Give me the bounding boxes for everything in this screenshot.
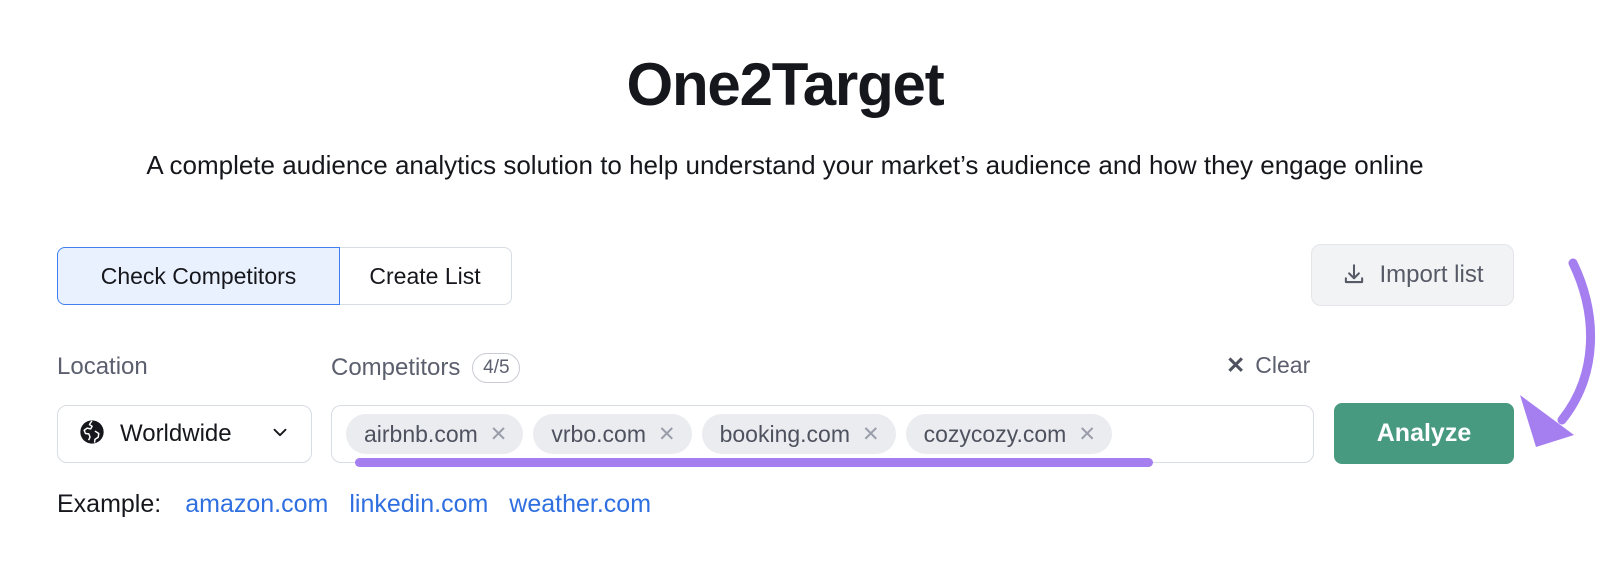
close-icon[interactable]: ✕ bbox=[1078, 424, 1096, 445]
competitors-label: Competitors bbox=[331, 354, 461, 381]
example-link-amazon[interactable]: amazon.com bbox=[185, 490, 328, 519]
competitors-label-group: Competitors 4/5 bbox=[331, 353, 521, 383]
example-link-weather[interactable]: weather.com bbox=[509, 490, 651, 519]
competitor-chip-label: booking.com bbox=[719, 420, 851, 447]
tab-check-competitors[interactable]: Check Competitors bbox=[57, 247, 340, 305]
close-icon[interactable]: ✕ bbox=[658, 424, 676, 445]
competitors-count-badge: 4/5 bbox=[472, 353, 521, 383]
download-icon bbox=[1341, 262, 1367, 288]
competitor-chip-label: vrbo.com bbox=[551, 420, 646, 447]
tab-create-list[interactable]: Create List bbox=[339, 247, 512, 305]
import-list-label: Import list bbox=[1379, 261, 1484, 288]
annotation-underline bbox=[355, 458, 1153, 467]
chevron-down-icon bbox=[269, 421, 291, 448]
competitor-chip-label: airbnb.com bbox=[364, 420, 478, 447]
close-icon[interactable]: ✕ bbox=[490, 424, 508, 445]
clear-label: Clear bbox=[1255, 352, 1311, 378]
location-select[interactable]: Worldwide bbox=[57, 405, 312, 463]
close-icon[interactable]: ✕ bbox=[862, 424, 880, 445]
location-value: Worldwide bbox=[120, 420, 232, 447]
competitor-chip[interactable]: cozycozy.com ✕ bbox=[905, 414, 1112, 454]
competitors-input[interactable]: airbnb.com ✕ vrbo.com ✕ booking.com ✕ co… bbox=[331, 405, 1314, 463]
clear-button[interactable]: ✕ Clear bbox=[1226, 352, 1310, 379]
competitor-chip[interactable]: booking.com ✕ bbox=[701, 414, 896, 454]
analyze-button[interactable]: Analyze bbox=[1334, 403, 1514, 464]
example-link-linkedin[interactable]: linkedin.com bbox=[349, 490, 488, 519]
examples-label: Example: bbox=[57, 490, 162, 518]
examples-row: Example: amazon.com linkedin.com weather… bbox=[57, 490, 651, 519]
mode-toggle: Check Competitors Create List bbox=[57, 247, 512, 305]
globe-icon bbox=[78, 418, 106, 451]
one2target-page: One2Target A complete audience analytics… bbox=[0, 0, 1600, 588]
import-list-button[interactable]: Import list bbox=[1311, 244, 1514, 306]
page-title: One2Target bbox=[626, 51, 945, 118]
competitor-chip[interactable]: airbnb.com ✕ bbox=[346, 414, 524, 454]
location-label: Location bbox=[57, 353, 148, 380]
page-subtitle: A complete audience analytics solution t… bbox=[146, 150, 1424, 180]
competitor-chip-label: cozycozy.com bbox=[923, 420, 1067, 447]
close-icon: ✕ bbox=[1226, 352, 1246, 378]
competitor-chip[interactable]: vrbo.com ✕ bbox=[533, 414, 692, 454]
